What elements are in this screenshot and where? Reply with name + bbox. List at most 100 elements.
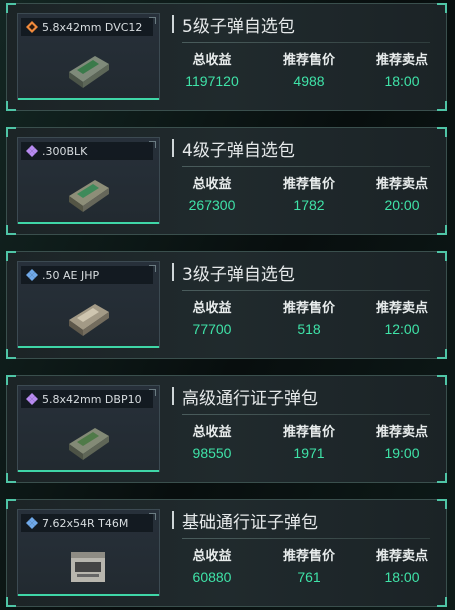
- total-income-value: 98550: [192, 445, 232, 461]
- total-income-stat: 总收益 98550: [167, 424, 257, 464]
- total-income-value: 60880: [192, 569, 232, 585]
- divider: [182, 166, 430, 167]
- pack-card[interactable]: .300BLK 4级子弹自选包 总收益 267300 推荐售价 1782 推荐卖…: [6, 127, 447, 235]
- pack-title: 基础通行证子弹包: [172, 508, 318, 533]
- total-income-value: 77700: [192, 321, 232, 337]
- recommended-price-label: 推荐售价: [282, 177, 335, 192]
- recommended-time-label: 推荐卖点: [375, 425, 428, 440]
- recommended-price-label: 推荐售价: [282, 549, 335, 564]
- recommended-time-stat: 推荐卖点 19:00: [357, 424, 447, 464]
- recommended-time-label: 推荐卖点: [375, 53, 428, 68]
- item-slot[interactable]: 5.8x42mm DVC12: [17, 13, 160, 100]
- recommended-time-stat: 推荐卖点 18:00: [357, 548, 447, 588]
- item-name-row: 7.62x54R T46M: [21, 514, 153, 532]
- rarity-underline: [18, 222, 159, 224]
- total-income-label: 总收益: [192, 177, 232, 192]
- item-name-row: 5.8x42mm DVC12: [21, 18, 153, 36]
- recommended-price-label: 推荐售价: [282, 53, 335, 68]
- total-income-stat: 总收益 267300: [167, 176, 257, 216]
- divider: [182, 538, 430, 539]
- corner-marker: [437, 597, 447, 607]
- item-name: 7.62x54R T46M: [42, 516, 129, 530]
- corner-marker: [6, 597, 16, 607]
- recommended-time-stat: 推荐卖点 20:00: [357, 176, 447, 216]
- item-name: .300BLK: [42, 144, 88, 158]
- rarity-underline: [18, 98, 159, 100]
- recommended-time-value: 18:00: [384, 73, 420, 89]
- corner-marker: [6, 349, 16, 359]
- pack-title: 3级子弹自选包: [172, 260, 295, 285]
- corner-marker: [437, 473, 447, 483]
- corner-marker: [437, 375, 447, 385]
- corner-marker: [6, 101, 16, 111]
- recommended-time-value: 18:00: [384, 569, 420, 585]
- rarity-underline: [18, 594, 159, 596]
- recommended-price-value: 1782: [293, 197, 325, 213]
- divider: [182, 42, 430, 43]
- total-income-stat: 总收益 77700: [167, 300, 257, 340]
- ammo-box-icon: [69, 428, 109, 460]
- ammo-box-icon: [69, 56, 109, 88]
- total-income-label: 总收益: [192, 53, 232, 68]
- ammo-box-icon: [69, 304, 109, 336]
- total-income-value: 1197120: [185, 73, 239, 89]
- recommended-price-value: 518: [297, 321, 321, 337]
- recommended-price-stat: 推荐售价 1971: [264, 424, 354, 464]
- corner-marker: [6, 225, 16, 235]
- rarity-underline: [18, 470, 159, 472]
- recommended-price-stat: 推荐售价 4988: [264, 52, 354, 92]
- corner-marker: [6, 375, 16, 385]
- rarity-underline: [18, 346, 159, 348]
- pack-title: 高级通行证子弹包: [172, 384, 318, 409]
- ammo-box-icon: [69, 180, 109, 212]
- corner-marker: [6, 499, 16, 509]
- recommended-time-stat: 推荐卖点 12:00: [357, 300, 447, 340]
- corner-marker: [437, 499, 447, 509]
- corner-marker: [6, 473, 16, 483]
- total-income-label: 总收益: [192, 549, 232, 564]
- blue-diamond-icon: [26, 269, 38, 281]
- corner-marker: [437, 349, 447, 359]
- pack-card[interactable]: 7.62x54R T46M 基础通行证子弹包 总收益 60880 推荐售价 76…: [6, 499, 447, 607]
- corner-marker: [437, 3, 447, 13]
- orange-diamond-icon: [26, 21, 38, 33]
- pack-card[interactable]: 5.8x42mm DBP10 高级通行证子弹包 总收益 98550 推荐售价 1…: [6, 375, 447, 483]
- corner-marker: [437, 225, 447, 235]
- total-income-value: 267300: [188, 197, 236, 213]
- recommended-time-label: 推荐卖点: [375, 301, 428, 316]
- total-income-label: 总收益: [192, 301, 232, 316]
- total-income-stat: 总收益 1197120: [167, 52, 257, 92]
- total-income-label: 总收益: [192, 425, 232, 440]
- corner-marker: [437, 127, 447, 137]
- recommended-price-value: 761: [297, 569, 321, 585]
- item-slot[interactable]: 7.62x54R T46M: [17, 509, 160, 596]
- item-name-row: .50 AE JHP: [21, 266, 153, 284]
- item-slot[interactable]: .50 AE JHP: [17, 261, 160, 348]
- divider: [182, 414, 430, 415]
- recommended-time-value: 20:00: [384, 197, 420, 213]
- recommended-time-value: 19:00: [384, 445, 420, 461]
- pack-card[interactable]: 5.8x42mm DVC12 5级子弹自选包 总收益 1197120 推荐售价 …: [6, 3, 447, 111]
- recommended-price-label: 推荐售价: [282, 301, 335, 316]
- item-slot[interactable]: .300BLK: [17, 137, 160, 224]
- item-name: 5.8x42mm DBP10: [42, 392, 142, 406]
- purple-diamond-icon: [26, 393, 38, 405]
- item-name: 5.8x42mm DVC12: [42, 20, 143, 34]
- total-income-stat: 总收益 60880: [167, 548, 257, 588]
- corner-marker: [6, 127, 16, 137]
- corner-marker: [437, 251, 447, 261]
- ammo-pack-list: 5.8x42mm DVC12 5级子弹自选包 总收益 1197120 推荐售价 …: [0, 0, 455, 610]
- recommended-time-value: 12:00: [384, 321, 420, 337]
- item-name-row: 5.8x42mm DBP10: [21, 390, 153, 408]
- recommended-price-value: 1971: [293, 445, 325, 461]
- pack-card[interactable]: .50 AE JHP 3级子弹自选包 总收益 77700 推荐售价 518 推荐…: [6, 251, 447, 359]
- divider: [182, 290, 430, 291]
- recommended-price-stat: 推荐售价 518: [264, 300, 354, 340]
- corner-marker: [6, 251, 16, 261]
- item-name-row: .300BLK: [21, 142, 153, 160]
- recommended-price-value: 4988: [293, 73, 325, 89]
- purple-diamond-icon: [26, 145, 38, 157]
- blue-diamond-icon: [26, 517, 38, 529]
- recommended-time-label: 推荐卖点: [375, 549, 428, 564]
- item-slot[interactable]: 5.8x42mm DBP10: [17, 385, 160, 472]
